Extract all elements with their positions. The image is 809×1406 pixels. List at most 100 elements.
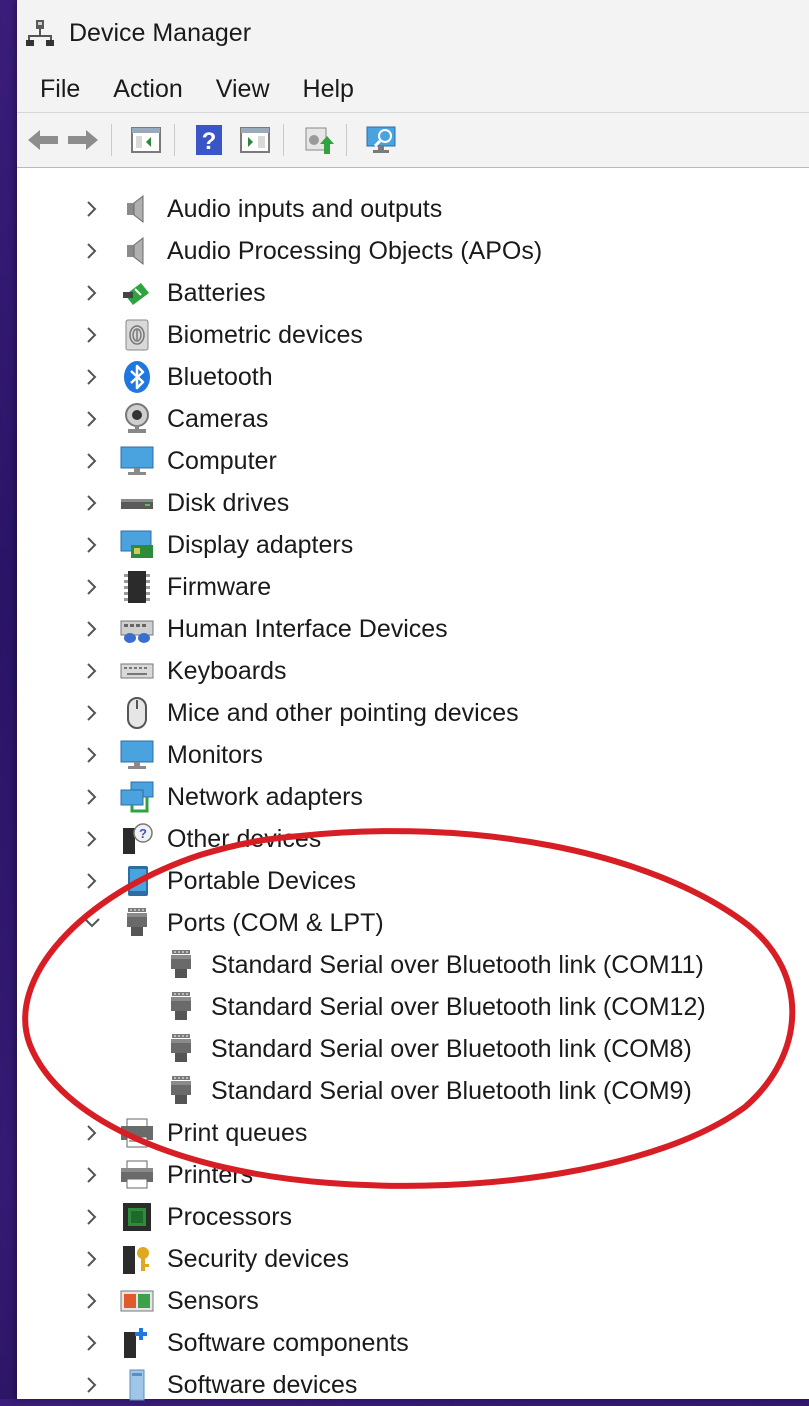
update-driver-icon[interactable] <box>298 120 338 160</box>
port-connector-icon <box>163 1031 199 1067</box>
chevron-right-icon[interactable] <box>81 786 103 808</box>
help-icon[interactable]: ? <box>189 120 229 160</box>
properties-pane-icon[interactable] <box>235 120 275 160</box>
tree-item-ports-com-lpt[interactable]: Ports (COM & LPT) <box>17 902 809 944</box>
tree-subitem-serial-port[interactable]: Standard Serial over Bluetooth link (COM… <box>17 1028 809 1070</box>
tree-item-audio-processing-objects-apos[interactable]: Audio Processing Objects (APOs) <box>17 230 809 272</box>
battery-icon <box>119 275 155 311</box>
menu-help[interactable]: Help <box>289 75 373 104</box>
tree-item-firmware[interactable]: Firmware <box>17 566 809 608</box>
tree-item-label: Software components <box>167 1328 409 1357</box>
tree-item-printers[interactable]: Printers <box>17 1154 809 1196</box>
network-adapter-icon <box>119 779 155 815</box>
toolbar-separator <box>174 124 175 156</box>
chevron-right-icon[interactable] <box>81 1164 103 1186</box>
software-device-icon <box>119 1367 155 1403</box>
firmware-chip-icon <box>119 569 155 605</box>
chevron-right-icon[interactable] <box>81 828 103 850</box>
bluetooth-icon <box>119 359 155 395</box>
tree-item-bluetooth[interactable]: Bluetooth <box>17 356 809 398</box>
tree-item-label: Printers <box>167 1160 254 1189</box>
portable-device-icon <box>119 863 155 899</box>
tree-item-batteries[interactable]: Batteries <box>17 272 809 314</box>
fingerprint-icon <box>119 317 155 353</box>
keyboard-icon <box>119 653 155 689</box>
tree-item-computer[interactable]: Computer <box>17 440 809 482</box>
tree-item-network-adapters[interactable]: Network adapters <box>17 776 809 818</box>
tree-subitem-serial-port[interactable]: Standard Serial over Bluetooth link (COM… <box>17 1070 809 1112</box>
tree-item-mice-and-other-pointing-devices[interactable]: Mice and other pointing devices <box>17 692 809 734</box>
tree-item-keyboards[interactable]: Keyboards <box>17 650 809 692</box>
chevron-right-icon[interactable] <box>81 450 103 472</box>
chevron-right-icon[interactable] <box>81 1374 103 1396</box>
tree-item-cameras[interactable]: Cameras <box>17 398 809 440</box>
chevron-right-icon[interactable] <box>81 744 103 766</box>
chevron-right-icon[interactable] <box>81 1332 103 1354</box>
tree-item-label: Human Interface Devices <box>167 614 448 643</box>
tree-item-human-interface-devices[interactable]: Human Interface Devices <box>17 608 809 650</box>
tree-item-label: Firmware <box>167 572 272 601</box>
tree-item-other-devices[interactable]: ? Other devices <box>17 818 809 860</box>
speaker-icon <box>119 191 155 227</box>
tree-item-label: Other devices <box>167 824 322 853</box>
tree-item-label: Print queues <box>167 1118 308 1147</box>
chevron-right-icon[interactable] <box>81 1248 103 1270</box>
tree-item-software-devices[interactable]: Software devices <box>17 1364 809 1406</box>
port-connector-icon <box>119 905 155 941</box>
tree-item-security-devices[interactable]: Security devices <box>17 1238 809 1280</box>
disk-drive-icon <box>119 485 155 521</box>
forward-icon[interactable] <box>63 120 103 160</box>
chevron-right-icon[interactable] <box>81 492 103 514</box>
scan-hardware-changes-icon[interactable] <box>361 120 401 160</box>
tree-item-disk-drives[interactable]: Disk drives <box>17 482 809 524</box>
chevron-right-icon[interactable] <box>81 618 103 640</box>
tree-item-portable-devices[interactable]: Portable Devices <box>17 860 809 902</box>
svg-text:?: ? <box>139 826 147 841</box>
chevron-right-icon[interactable] <box>81 324 103 346</box>
svg-text:?: ? <box>202 128 217 155</box>
tree-subitem-label: Standard Serial over Bluetooth link (COM… <box>211 950 704 979</box>
tree-item-label: Computer <box>167 446 277 475</box>
tree-subitem-serial-port[interactable]: Standard Serial over Bluetooth link (COM… <box>17 944 809 986</box>
chevron-right-icon[interactable] <box>81 282 103 304</box>
tree-item-audio-inputs-and-outputs[interactable]: Audio inputs and outputs <box>17 188 809 230</box>
port-connector-icon <box>163 989 199 1025</box>
chevron-right-icon[interactable] <box>81 198 103 220</box>
tree-subitem-serial-port[interactable]: Standard Serial over Bluetooth link (COM… <box>17 986 809 1028</box>
tree-item-label: Biometric devices <box>167 320 363 349</box>
chevron-right-icon[interactable] <box>81 1206 103 1228</box>
tree-item-monitors[interactable]: Monitors <box>17 734 809 776</box>
security-device-icon <box>119 1241 155 1277</box>
chevron-right-icon[interactable] <box>81 408 103 430</box>
chevron-right-icon[interactable] <box>81 1290 103 1312</box>
back-icon[interactable] <box>23 120 63 160</box>
chevron-right-icon[interactable] <box>81 534 103 556</box>
chevron-down-icon[interactable] <box>81 912 103 934</box>
chevron-right-icon[interactable] <box>81 660 103 682</box>
tree-item-software-components[interactable]: Software components <box>17 1322 809 1364</box>
chevron-right-icon[interactable] <box>81 576 103 598</box>
chevron-right-icon[interactable] <box>81 366 103 388</box>
sensor-icon <box>119 1283 155 1319</box>
unknown-device-icon: ? <box>119 821 155 857</box>
tree-item-display-adapters[interactable]: Display adapters <box>17 524 809 566</box>
tree-item-label: Ports (COM & LPT) <box>167 908 384 937</box>
tree-item-sensors[interactable]: Sensors <box>17 1280 809 1322</box>
monitor-icon <box>119 737 155 773</box>
menu-action[interactable]: Action <box>99 75 201 104</box>
menu-view[interactable]: View <box>202 75 289 104</box>
processor-icon <box>119 1199 155 1235</box>
chevron-right-icon[interactable] <box>81 240 103 262</box>
chevron-right-icon[interactable] <box>81 702 103 724</box>
show-hide-console-tree-icon[interactable] <box>126 120 166 160</box>
tree-item-biometric-devices[interactable]: Biometric devices <box>17 314 809 356</box>
tree-item-processors[interactable]: Processors <box>17 1196 809 1238</box>
tree-item-print-queues[interactable]: Print queues <box>17 1112 809 1154</box>
chevron-right-icon[interactable] <box>81 1122 103 1144</box>
tree-item-label: Batteries <box>167 278 266 307</box>
chevron-right-icon[interactable] <box>81 870 103 892</box>
menu-file[interactable]: File <box>17 75 99 104</box>
speaker-icon <box>119 233 155 269</box>
port-connector-icon <box>163 1073 199 1109</box>
display-adapter-icon <box>119 527 155 563</box>
